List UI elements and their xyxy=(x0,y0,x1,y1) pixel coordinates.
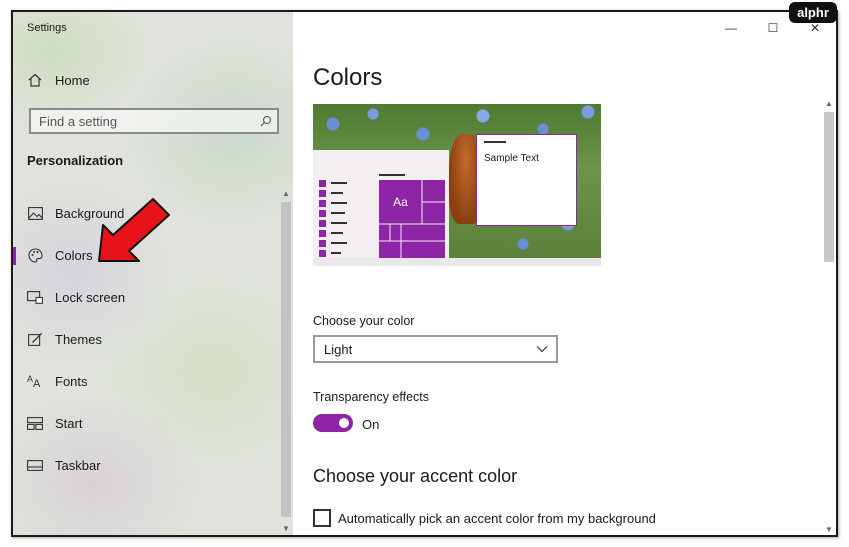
transparency-state: On xyxy=(362,417,380,432)
choose-color-value: Light xyxy=(324,341,353,357)
section-heading: Personalization xyxy=(27,153,124,168)
picture-icon xyxy=(27,205,43,221)
app-title: Settings xyxy=(27,22,67,34)
taskbar-icon xyxy=(27,457,43,473)
lock-screen-icon xyxy=(27,289,43,305)
main-scroll-thumb[interactable] xyxy=(824,112,834,262)
preview-start-menu: Aa xyxy=(313,150,449,258)
accent-color-heading: Choose your accent color xyxy=(313,466,518,486)
sidebar: Settings Home Find a setting Personaliza… xyxy=(13,12,293,535)
start-menu-icon xyxy=(27,415,43,431)
preview-taskbar xyxy=(313,258,601,266)
svg-text:A: A xyxy=(33,378,41,388)
minimize-button[interactable]: — xyxy=(710,12,752,44)
sidebar-item-start[interactable]: Start xyxy=(13,402,283,444)
palette-icon xyxy=(27,247,43,263)
sidebar-scrollbar[interactable]: ▲ ▼ xyxy=(279,188,293,535)
main-panel: — ☐ ✕ Colors Aa Sample Text Choose your … xyxy=(293,12,836,535)
preview-tile-header xyxy=(379,174,405,176)
sidebar-item-label: Taskbar xyxy=(55,457,101,473)
preview-tiles: Aa xyxy=(379,180,445,258)
themes-brush-icon xyxy=(27,331,43,347)
sidebar-scroll-thumb[interactable] xyxy=(281,202,291,517)
preview-app-list xyxy=(319,178,347,258)
sidebar-item-label: Lock screen xyxy=(55,289,126,305)
sidebar-item-lock-screen[interactable]: Lock screen xyxy=(13,276,283,318)
sidebar-item-label: Start xyxy=(55,415,83,431)
nav-home[interactable]: Home xyxy=(27,70,90,90)
preview-tile-label: Aa xyxy=(393,195,408,209)
scroll-down-arrow-icon[interactable]: ▼ xyxy=(822,524,836,535)
transparency-label: Transparency effects xyxy=(313,390,430,404)
red-callout-arrow-icon xyxy=(93,195,183,272)
scroll-up-arrow-icon[interactable]: ▲ xyxy=(822,98,836,110)
auto-accent-label[interactable]: Automatically pick an accent color from … xyxy=(338,511,656,526)
sidebar-item-taskbar[interactable]: Taskbar xyxy=(13,444,283,486)
preview-sample-window: Sample Text xyxy=(476,134,577,226)
auto-accent-checkbox[interactable] xyxy=(313,509,331,527)
search-placeholder: Find a setting xyxy=(39,113,118,129)
sidebar-item-fonts[interactable]: AA Fonts xyxy=(13,360,283,402)
transparency-toggle[interactable] xyxy=(313,414,353,432)
sidebar-item-label: Themes xyxy=(55,331,102,347)
scroll-up-arrow-icon[interactable]: ▲ xyxy=(279,188,293,200)
preview-sample-text: Sample Text xyxy=(484,153,539,164)
main-scrollbar[interactable]: ▲ ▼ xyxy=(822,98,836,535)
choose-color-label: Choose your color xyxy=(313,314,415,328)
home-icon xyxy=(27,72,43,88)
maximize-button[interactable]: ☐ xyxy=(752,12,794,44)
theme-preview: Aa Sample Text xyxy=(313,104,601,266)
toggle-knob xyxy=(339,418,349,428)
search-field[interactable]: Find a setting xyxy=(29,108,279,134)
sidebar-item-themes[interactable]: Themes xyxy=(13,318,283,360)
home-label: Home xyxy=(55,72,90,88)
watermark-logo: alphr xyxy=(789,2,837,23)
fonts-icon: AA xyxy=(27,373,43,389)
sidebar-item-label: Fonts xyxy=(55,373,88,389)
chevron-down-icon xyxy=(528,345,556,353)
search-icon[interactable] xyxy=(255,115,277,127)
settings-window: Settings Home Find a setting Personaliza… xyxy=(11,10,838,537)
page-title: Colors xyxy=(313,64,383,91)
sidebar-item-label: Colors xyxy=(55,247,93,263)
scroll-down-arrow-icon[interactable]: ▼ xyxy=(279,523,293,535)
choose-color-dropdown[interactable]: Light xyxy=(313,335,558,363)
